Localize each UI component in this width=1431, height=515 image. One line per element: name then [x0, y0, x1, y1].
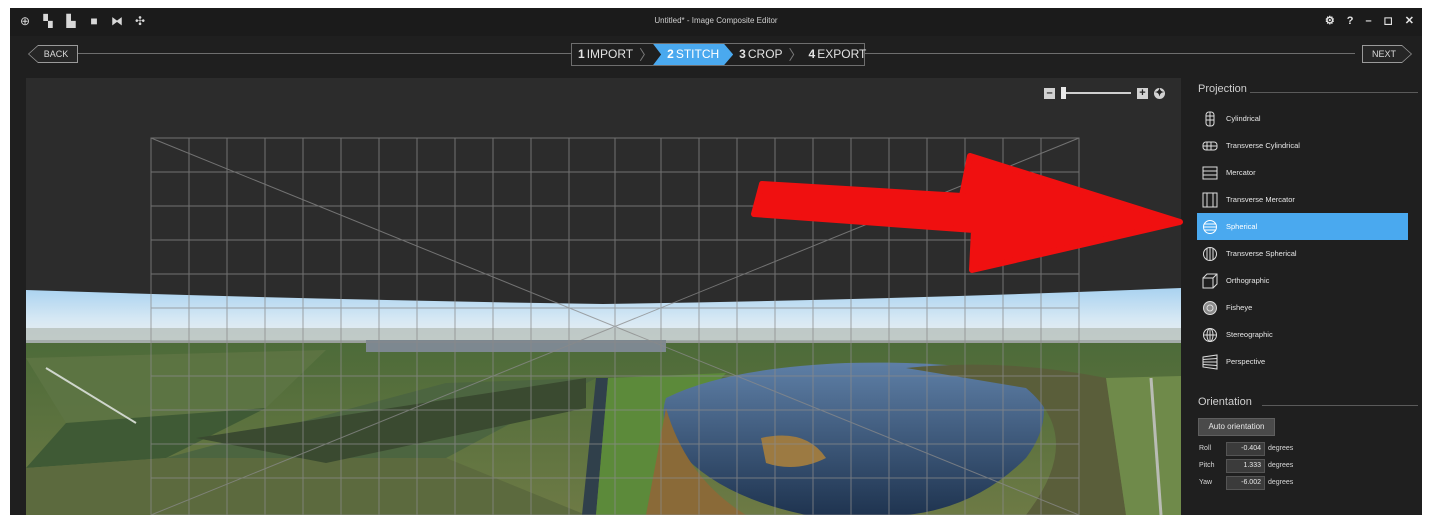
image-composite-editor-window: ⊕ ▚ ▙ ■ ⧓ ✣ Untitled* - Image Composite …: [10, 8, 1422, 515]
arrow-shape: [751, 153, 1183, 273]
red-arrow-annotation: [751, 153, 1183, 273]
